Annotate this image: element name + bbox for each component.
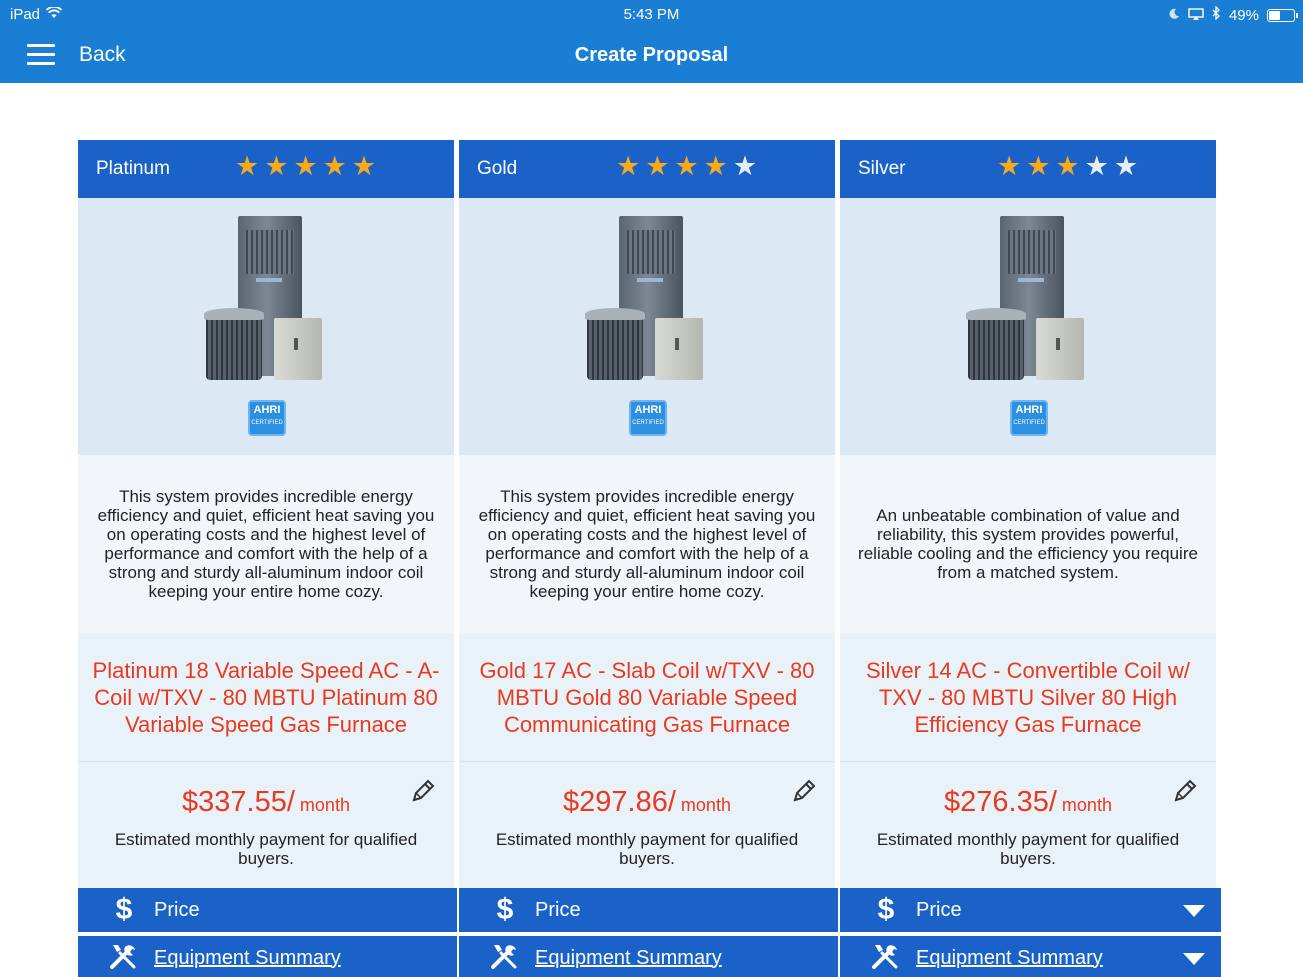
star-filled-icon: ★ (703, 151, 728, 181)
star-filled-icon: ★ (645, 151, 670, 181)
star-filled-icon: ★ (235, 151, 260, 181)
product-description: This system provides incredible energy e… (78, 455, 454, 633)
nav-bar: Back Create Proposal (0, 28, 1303, 83)
monthly-price: $276.35/ month (840, 786, 1216, 819)
star-empty-icon: ★ (1113, 151, 1139, 181)
star-filled-icon: ★ (351, 151, 377, 181)
monthly-price: $337.55/ month (78, 786, 454, 819)
price-bar-label: Price (154, 898, 200, 921)
star-filled-icon: ★ (997, 151, 1022, 181)
back-button[interactable]: Back (79, 43, 126, 67)
price-bar-label: Price (916, 898, 962, 921)
product-image-area: AHRI CERTIFIED (78, 198, 454, 455)
price-amount: $297.86/ (563, 786, 676, 818)
price-section: $276.35/ month Estimated monthly payment… (840, 761, 1216, 888)
equipment-summary-bar-silver[interactable]: Equipment Summary (840, 936, 1221, 977)
star-filled-icon: ★ (322, 151, 347, 181)
star-filled-icon: ★ (293, 151, 318, 181)
hamburger-menu-icon[interactable] (27, 44, 55, 66)
star-rating: ★ ★ ★ ★ ★ (616, 151, 757, 181)
tools-icon (104, 941, 144, 976)
product-name: Silver 14 AC - Convertible Coil w/ TXV -… (865, 657, 1190, 737)
price-unit: month (294, 795, 350, 815)
proposal-card-silver: Silver ★ ★ ★ ★ ★ AHRI CERTIFIED An unbeatable… (840, 140, 1216, 888)
pencil-icon[interactable] (410, 778, 436, 804)
status-right: 49% (1168, 5, 1298, 24)
hvac-system-image (204, 216, 326, 386)
price-section: $297.86/ month Estimated monthly payment… (459, 761, 835, 888)
price-section: $337.55/ month Estimated monthly payment… (78, 761, 454, 888)
equipment-summary-link[interactable]: Equipment Summary (154, 947, 341, 970)
price-bar-label: Price (535, 898, 581, 921)
star-rating: ★ ★ ★ ★ ★ (997, 151, 1138, 181)
proposal-card-platinum: Platinum ★ ★ ★ ★ ★ AHRI CERTIFIED This system… (78, 140, 454, 888)
star-filled-icon: ★ (264, 151, 289, 181)
tier-label: Silver (858, 158, 906, 179)
dollar-icon: $ (877, 893, 895, 926)
battery-icon (1267, 8, 1298, 22)
status-bar: iPad 5:43 PM 49% (0, 0, 1303, 28)
price-note: Estimated monthly payment for qualified … (495, 830, 799, 868)
pencil-icon[interactable] (791, 778, 817, 804)
hvac-system-image (966, 216, 1088, 386)
price-bar-platinum[interactable]: $ Price (78, 888, 457, 932)
battery-percent: 49% (1228, 6, 1259, 24)
star-rating: ★ ★ ★ ★ ★ (235, 151, 376, 181)
ahri-certified-logo: AHRI CERTIFIED (629, 400, 667, 436)
product-name: Platinum 18 Variable Speed AC - A-Coil w… (92, 657, 440, 737)
price-amount: $276.35/ (944, 786, 1057, 818)
dollar-icon: $ (496, 893, 514, 926)
pencil-icon[interactable] (1172, 778, 1198, 804)
price-amount: $337.55/ (182, 786, 295, 818)
product-description: This system provides incredible energy e… (459, 455, 835, 633)
ahri-certified-logo: AHRI CERTIFIED (1010, 400, 1048, 436)
chevron-down-icon[interactable] (1183, 953, 1205, 965)
star-filled-icon: ★ (1055, 151, 1080, 181)
price-bar-gold[interactable]: $ Price (459, 888, 838, 932)
page-title: Create Proposal (574, 44, 729, 66)
equipment-summary-bar-platinum[interactable]: Equipment Summary (78, 936, 457, 977)
card-header: Gold ★ ★ ★ ★ ★ (459, 140, 835, 198)
status-time: 5:43 PM (623, 6, 680, 23)
card-header: Silver ★ ★ ★ ★ ★ (840, 140, 1216, 198)
bluetooth-icon (1212, 5, 1221, 24)
product-description: An unbeatable combination of value and r… (840, 455, 1216, 633)
tools-icon (866, 941, 906, 976)
price-unit: month (675, 795, 731, 815)
price-note: Estimated monthly payment for qualified … (876, 830, 1180, 868)
airplay-icon (1188, 7, 1204, 24)
product-image-area: AHRI CERTIFIED (840, 198, 1216, 455)
bar-divider (838, 941, 840, 975)
chevron-down-icon[interactable] (1183, 905, 1205, 917)
star-filled-icon: ★ (616, 151, 641, 181)
price-unit: month (1056, 795, 1112, 815)
tier-label: Platinum (96, 158, 170, 179)
star-empty-icon: ★ (732, 151, 758, 181)
star-empty-icon: ★ (1084, 151, 1109, 181)
equipment-summary-bar-gold[interactable]: Equipment Summary (459, 936, 838, 977)
bar-divider (838, 893, 840, 927)
ahri-certified-logo: AHRI CERTIFIED (248, 400, 286, 436)
monthly-price: $297.86/ month (459, 786, 835, 819)
proposal-card-gold: Gold ★ ★ ★ ★ ★ AHRI CERTIFIED This system pro… (459, 140, 835, 888)
product-image-area: AHRI CERTIFIED (459, 198, 835, 455)
equipment-summary-link[interactable]: Equipment Summary (916, 947, 1103, 970)
equipment-summary-link[interactable]: Equipment Summary (535, 947, 722, 970)
star-filled-icon: ★ (674, 151, 699, 181)
price-note: Estimated monthly payment for qualified … (114, 830, 418, 868)
star-filled-icon: ★ (1026, 151, 1051, 181)
product-name: Gold 17 AC - Slab Coil w/TXV - 80 MBTU G… (479, 657, 815, 737)
price-bar-silver[interactable]: $ Price (840, 888, 1221, 932)
hvac-system-image (585, 216, 707, 386)
tier-label: Gold (477, 158, 518, 179)
card-header: Platinum ★ ★ ★ ★ ★ (78, 140, 454, 198)
bar-divider (457, 893, 459, 927)
tools-icon (485, 941, 525, 976)
dollar-icon: $ (115, 893, 133, 926)
moon-icon (1168, 7, 1180, 24)
bar-divider (457, 941, 459, 975)
